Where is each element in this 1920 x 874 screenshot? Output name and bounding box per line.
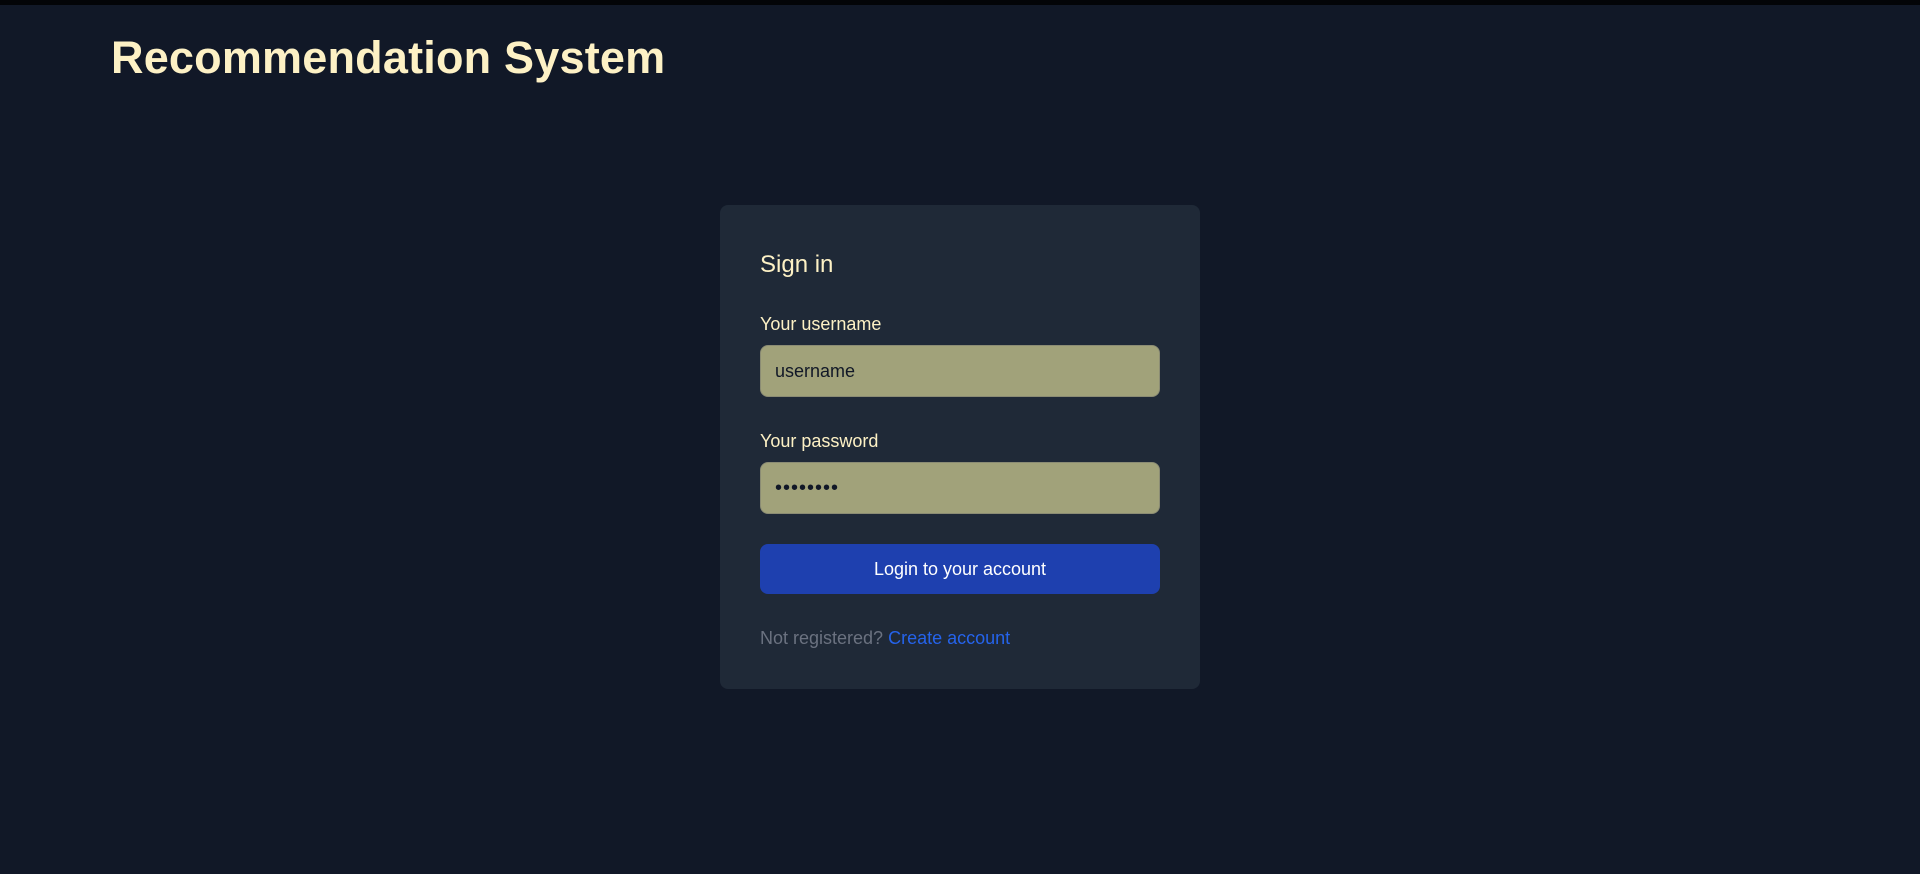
create-account-link[interactable]: Create account <box>888 628 1010 648</box>
signin-title: Sign in <box>760 251 834 278</box>
username-label: Your username <box>760 314 882 334</box>
not-registered-text: Not registered? <box>760 628 884 648</box>
username-input[interactable] <box>760 345 1160 397</box>
signup-prompt: Not registered? Create account <box>760 626 1010 650</box>
signin-card: Sign in Your username Your password Logi… <box>720 205 1200 689</box>
login-button[interactable]: Login to your account <box>760 544 1160 594</box>
password-label: Your password <box>760 431 879 451</box>
password-input[interactable] <box>760 462 1160 514</box>
app-title: Recommendation System <box>111 32 666 83</box>
top-border-strip <box>0 0 1920 5</box>
